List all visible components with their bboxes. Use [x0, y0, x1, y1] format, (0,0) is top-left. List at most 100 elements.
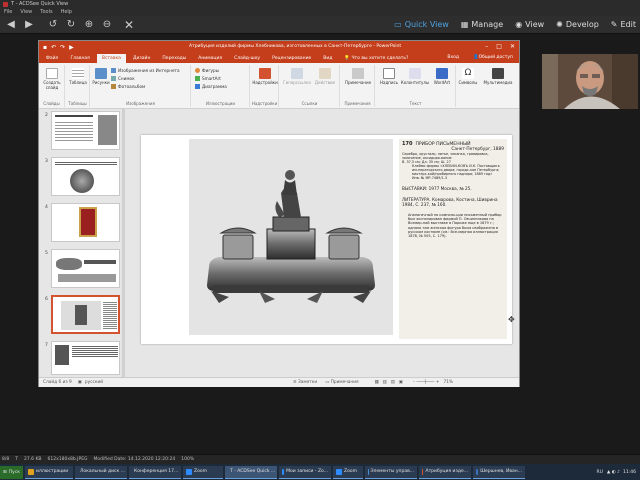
thumb-slide-5[interactable] [51, 249, 120, 288]
entry-materials: Серебро, хрусталь; литье, чеканка, грави… [402, 152, 489, 160]
group-symbols: Ω Символы [457, 65, 479, 107]
taskbar-item[interactable]: Конференция 17... [129, 465, 182, 479]
thumb-number: 5 [45, 251, 48, 256]
speaker-icon [492, 68, 504, 79]
spellcheck-icon[interactable]: ▣ [78, 380, 82, 385]
thumb-slide-3[interactable] [51, 157, 120, 196]
tab-design[interactable]: Дизайн [128, 54, 155, 63]
language-indicator[interactable]: русский [85, 380, 103, 385]
menu-view[interactable]: View [20, 9, 32, 15]
zoom-in-icon[interactable]: ⊕ [82, 18, 96, 32]
thumbs-scrollbar[interactable] [122, 109, 125, 377]
taskbar-item[interactable]: Элементы управ... [365, 465, 418, 479]
slide-photo: 178 [189, 139, 393, 335]
image-index: 8/8 [2, 457, 10, 462]
menu-tools[interactable]: Tools [40, 9, 52, 15]
tab-transitions[interactable]: Переходы [157, 54, 191, 63]
taskbar-item[interactable]: Zoom [333, 465, 364, 479]
tab-view[interactable]: Вид [318, 54, 337, 63]
wordart-label: WordArt [433, 80, 451, 85]
online-pictures-button[interactable]: Изображения из Интернета [111, 68, 180, 73]
minimize-icon[interactable]: – [485, 43, 488, 50]
addins-button[interactable]: Надстройки [252, 68, 278, 85]
group-illustrations: Фигуры SmartArt Диаграмма Иллюстрации [192, 65, 250, 107]
pictures-button[interactable]: Рисунки [92, 68, 110, 85]
clock[interactable]: 11:46 [623, 470, 636, 475]
group-label: Надстройки [251, 101, 278, 106]
comment-button[interactable]: Примечание [343, 68, 373, 85]
notes-button[interactable]: ≡ Заметки [293, 380, 317, 385]
sign-in-link[interactable]: Вход [447, 55, 459, 60]
comments-label: Примечания [330, 380, 359, 385]
smartart-icon [195, 76, 200, 81]
wordart-button[interactable]: WordArt [430, 68, 454, 85]
tab-animations[interactable]: Анимация [193, 54, 227, 63]
close-icon[interactable]: ✕ [510, 43, 515, 50]
textbox-button[interactable]: Надпись [378, 68, 400, 85]
maximize-icon[interactable]: □ [496, 43, 502, 50]
mode-edit[interactable]: ✎ Edit [611, 20, 636, 29]
comments-button[interactable]: ▭ Примечания [325, 380, 358, 385]
screenshot-label: Снимок [118, 76, 135, 81]
thumb-slide-6[interactable] [51, 295, 120, 334]
language-indicator[interactable]: RU [596, 470, 602, 475]
hyperlink-button[interactable]: Гиперссылка [282, 68, 312, 85]
view-buttons[interactable]: ▦▥▤▣ [375, 380, 407, 385]
smartart-button[interactable]: SmartArt [195, 76, 221, 81]
share-button[interactable]: 👤Общий доступ [473, 55, 513, 60]
mode-develop[interactable]: ✺ Develop [556, 20, 599, 29]
taskbar-item[interactable]: Шершнев, Иван... [473, 465, 526, 479]
rotate-left-icon[interactable]: ↺ [46, 18, 60, 32]
thumb-slide-4[interactable] [51, 203, 120, 242]
table-button[interactable]: Таблица [68, 68, 88, 85]
media-button[interactable]: Мультимедиа [482, 68, 514, 85]
zoom-level[interactable]: 71% [443, 380, 453, 385]
taskbar-item[interactable]: иллюстрации [25, 465, 74, 479]
tab-file[interactable]: Файл [41, 54, 63, 63]
pp-ribbon-tabs: Файл Главная Вставка Дизайн Переходы Ани… [39, 53, 519, 63]
rotate-right-icon[interactable]: ↻ [64, 18, 78, 32]
taskbar-item[interactable]: Атрибуция изде... [419, 465, 472, 479]
undo-icon[interactable]: ↶ [51, 44, 56, 51]
action-button[interactable]: Действие [312, 68, 338, 85]
tab-insert[interactable]: Вставка [96, 54, 126, 63]
header-footer-button[interactable]: Колонтитулы [400, 68, 430, 85]
symbols-button[interactable]: Ω Символы [458, 68, 478, 85]
forward-icon[interactable]: ▶ [22, 18, 36, 32]
close-image-icon[interactable]: ✕ [122, 18, 136, 32]
chart-button[interactable]: Диаграмма [195, 84, 227, 89]
zoom-out-icon[interactable]: ⊖ [100, 18, 114, 32]
zoom-slider[interactable]: – ───┼─── + [413, 380, 440, 385]
taskbar-item[interactable]: Zoom [183, 465, 224, 479]
tab-home[interactable]: Главная [65, 54, 94, 63]
photo-album-label: Фотоальбом [118, 84, 146, 89]
tray-icons[interactable]: ▲ ◐ ♪ [607, 470, 620, 475]
slideshow-icon[interactable]: ▶ [69, 44, 74, 51]
tab-slideshow[interactable]: Слайд-шоу [229, 54, 265, 63]
redo-icon[interactable]: ↷ [60, 44, 65, 51]
back-icon[interactable]: ◀ [4, 18, 18, 32]
screenshot-button[interactable]: Снимок [111, 76, 135, 81]
menu-file[interactable]: File [4, 9, 12, 15]
save-icon[interactable]: ▪ [43, 44, 47, 51]
taskbar-item-label: Мои записи - Zo... [286, 469, 329, 474]
thumb-slide-2[interactable] [51, 111, 120, 150]
mode-quick-view[interactable]: ▭ Quick View [394, 20, 449, 29]
tell-me-box[interactable]: 💡 Что вы хотите сделать? [339, 54, 413, 63]
photo-album-button[interactable]: Фотоальбом [111, 84, 145, 89]
mode-view[interactable]: ◉ View [515, 20, 544, 29]
thumb-number: 7 [45, 343, 48, 348]
menu-help[interactable]: Help [61, 9, 72, 15]
mode-label: Quick View [404, 20, 449, 29]
comment-icon [352, 68, 364, 79]
tab-review[interactable]: Рецензирование [267, 54, 316, 63]
start-button[interactable]: ⊞ Пуск [0, 465, 24, 479]
taskbar-item[interactable]: Мои записи - Zo... [279, 465, 332, 479]
taskbar-item[interactable]: T - ACDSee Quick ... [225, 465, 278, 479]
shapes-button[interactable]: Фигуры [195, 68, 219, 73]
taskbar-item[interactable]: Локальный диск ... [75, 465, 128, 479]
mode-manage[interactable]: ▦ Manage [461, 20, 503, 29]
smartart-label: SmartArt [202, 76, 221, 81]
new-slide-button[interactable]: Создать слайд [42, 68, 62, 90]
thumb-slide-7[interactable] [51, 341, 120, 375]
